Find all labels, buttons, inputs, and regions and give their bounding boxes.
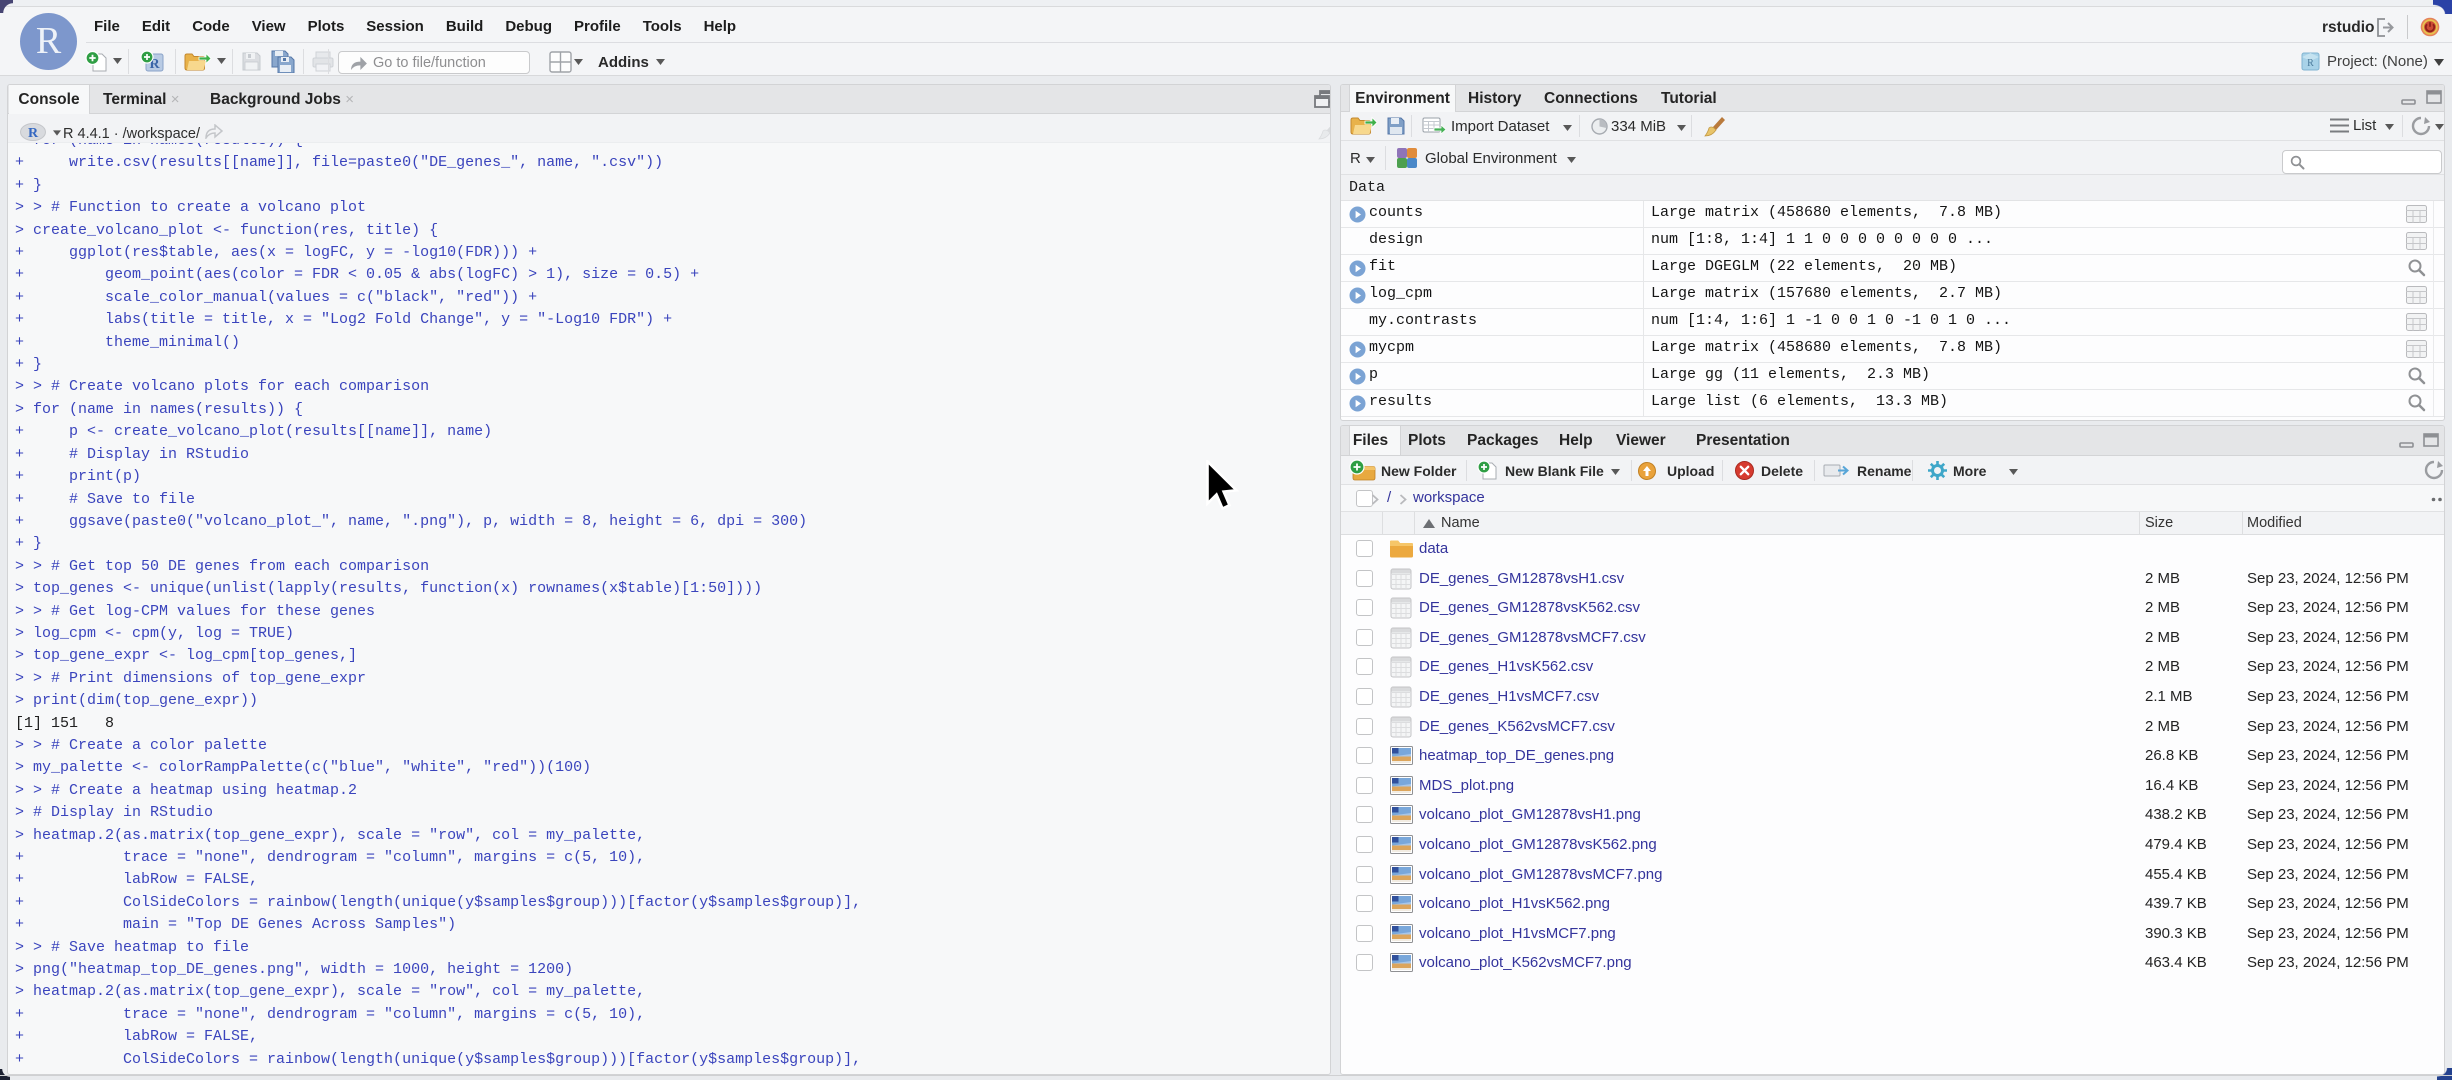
svg-text:R: R xyxy=(2307,58,2314,69)
